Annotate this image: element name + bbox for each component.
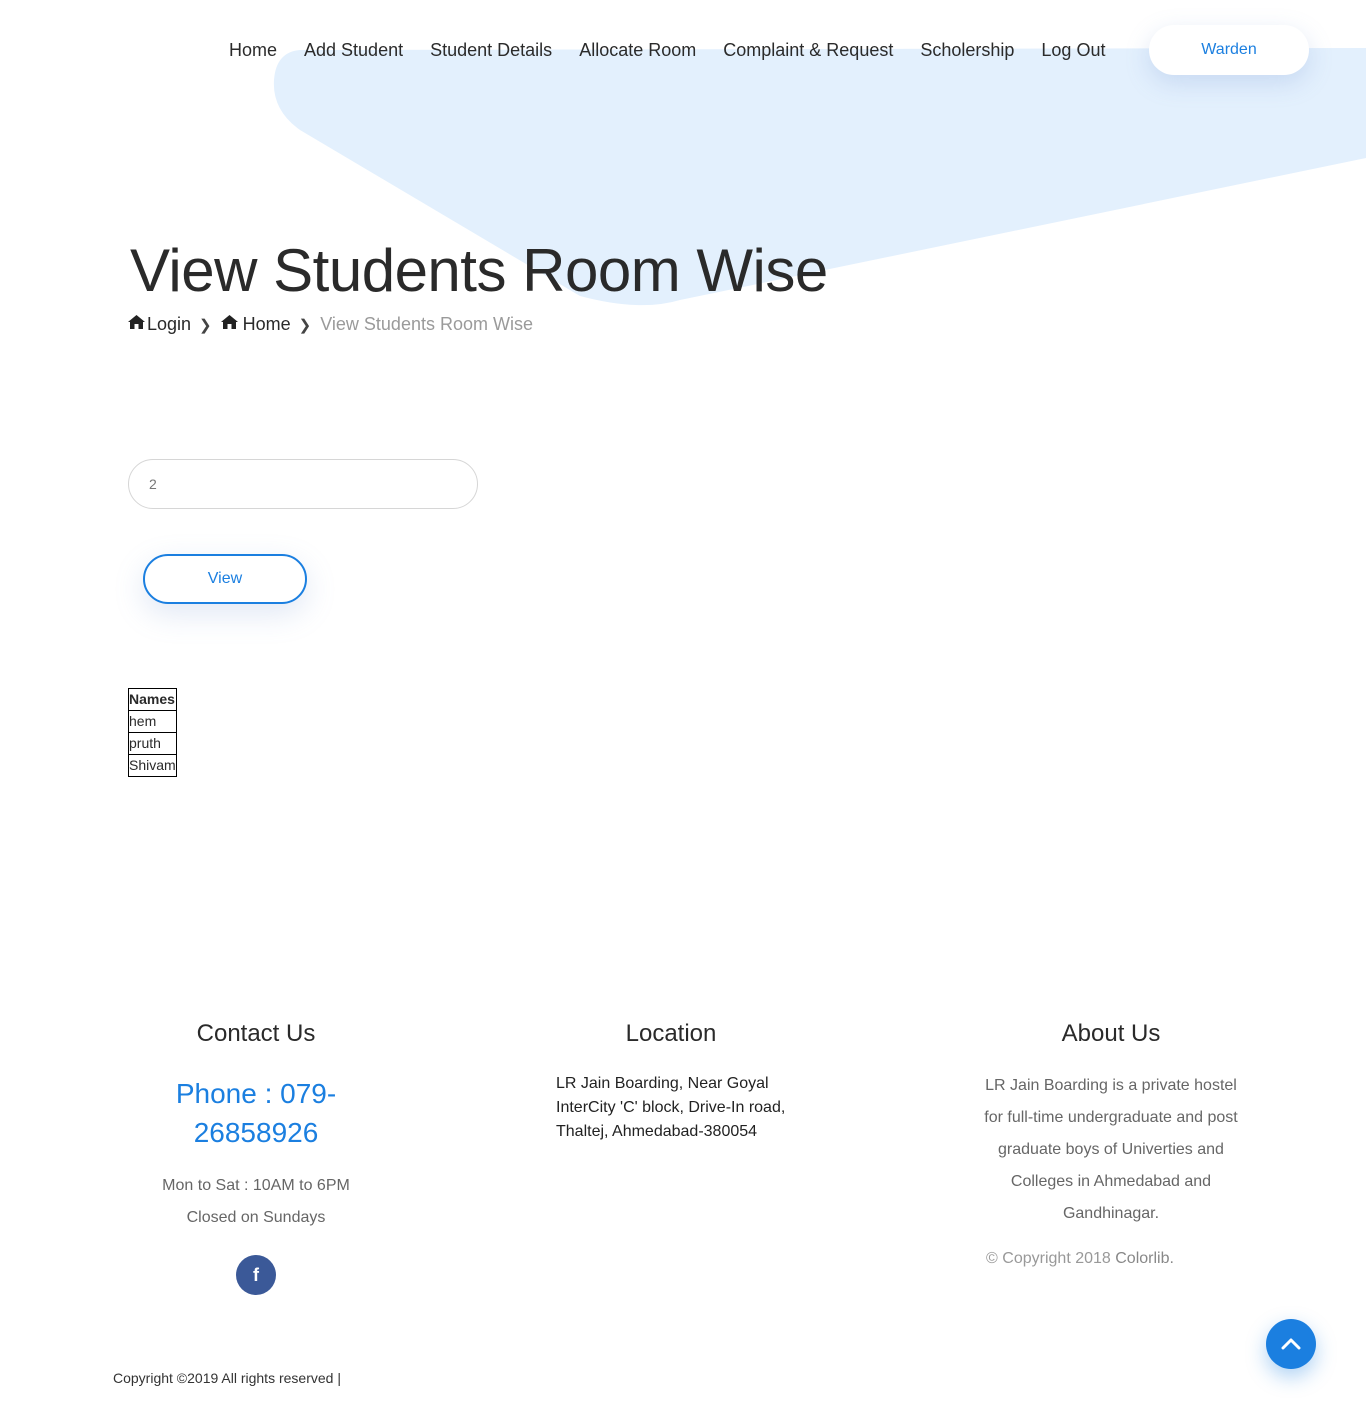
nav-allocate-room[interactable]: Allocate Room: [579, 38, 696, 62]
hours-sunday: Closed on Sundays: [186, 1209, 326, 1226]
table-cell-name: hem: [128, 710, 177, 733]
nav-student-details[interactable]: Student Details: [430, 38, 552, 62]
breadcrumb-current: View Students Room Wise: [320, 314, 533, 334]
breadcrumb-home[interactable]: Home: [243, 314, 291, 335]
about-text: LR Jain Boarding is a private hostel for…: [984, 1077, 1238, 1222]
facebook-icon[interactable]: f: [236, 1255, 276, 1295]
copyright-2018: © Copyright 2018 Colorlib.: [918, 1250, 1242, 1268]
nav-complaint-request[interactable]: Complaint & Request: [723, 38, 893, 62]
names-table: Names hem pruth Shivam: [128, 688, 177, 777]
address-text: LR Jain Boarding, Near Goyal InterCity '…: [556, 1075, 786, 1140]
page-title: View Students Room Wise: [130, 237, 828, 304]
table-header-names: Names: [128, 688, 177, 711]
footer-about: About Us LR Jain Boarding is a private h…: [980, 1020, 1242, 1268]
table-row: pruth: [128, 732, 177, 755]
chevron-right-icon: ❯: [199, 316, 212, 334]
location-title: Location: [625, 1020, 717, 1047]
breadcrumb: Login ❯ Home ❯ View Students Room Wise: [128, 314, 533, 335]
opening-hours: Mon to Sat : 10AM to 6PM Closed on Sunda…: [140, 1170, 372, 1234]
nav-add-student[interactable]: Add Student: [304, 38, 403, 62]
chevron-up-icon: [1281, 1338, 1301, 1350]
table-row: Shivam: [128, 754, 177, 777]
warden-button[interactable]: Warden: [1149, 25, 1309, 75]
nav-log-out[interactable]: Log Out: [1041, 38, 1105, 62]
copyright-prefix: © Copyright 2018: [986, 1250, 1116, 1267]
home-icon: [128, 315, 145, 334]
chevron-right-icon: ❯: [298, 316, 312, 334]
table-cell-name: Shivam: [128, 754, 177, 777]
table-cell-name: pruth: [128, 732, 177, 755]
footer-location: Location LR Jain Boarding, Near Goyal In…: [556, 1020, 816, 1144]
colorlib-link[interactable]: Colorlib.: [1115, 1250, 1174, 1267]
phone-number[interactable]: Phone : 079-26858926: [140, 1074, 372, 1152]
nav-home[interactable]: Home: [229, 38, 277, 62]
view-button[interactable]: View: [143, 554, 307, 604]
contact-title: Contact Us: [196, 1020, 316, 1047]
hours-weekdays: Mon to Sat : 10AM to 6PM: [162, 1177, 350, 1194]
home-icon: [220, 315, 238, 334]
scroll-to-top-button[interactable]: [1266, 1319, 1316, 1369]
bottom-copyright: Copyright ©2019 All rights reserved |: [113, 1370, 341, 1386]
main-nav: Home Add Student Student Details Allocat…: [229, 38, 1132, 62]
nav-scholership[interactable]: Scholership: [920, 38, 1014, 62]
footer-contact: Contact Us Phone : 079-26858926 Mon to S…: [140, 1020, 372, 1295]
breadcrumb-login[interactable]: Login: [147, 314, 191, 335]
table-row: hem: [128, 710, 177, 733]
room-number-input[interactable]: [128, 459, 478, 509]
about-title: About Us: [1061, 1020, 1161, 1047]
